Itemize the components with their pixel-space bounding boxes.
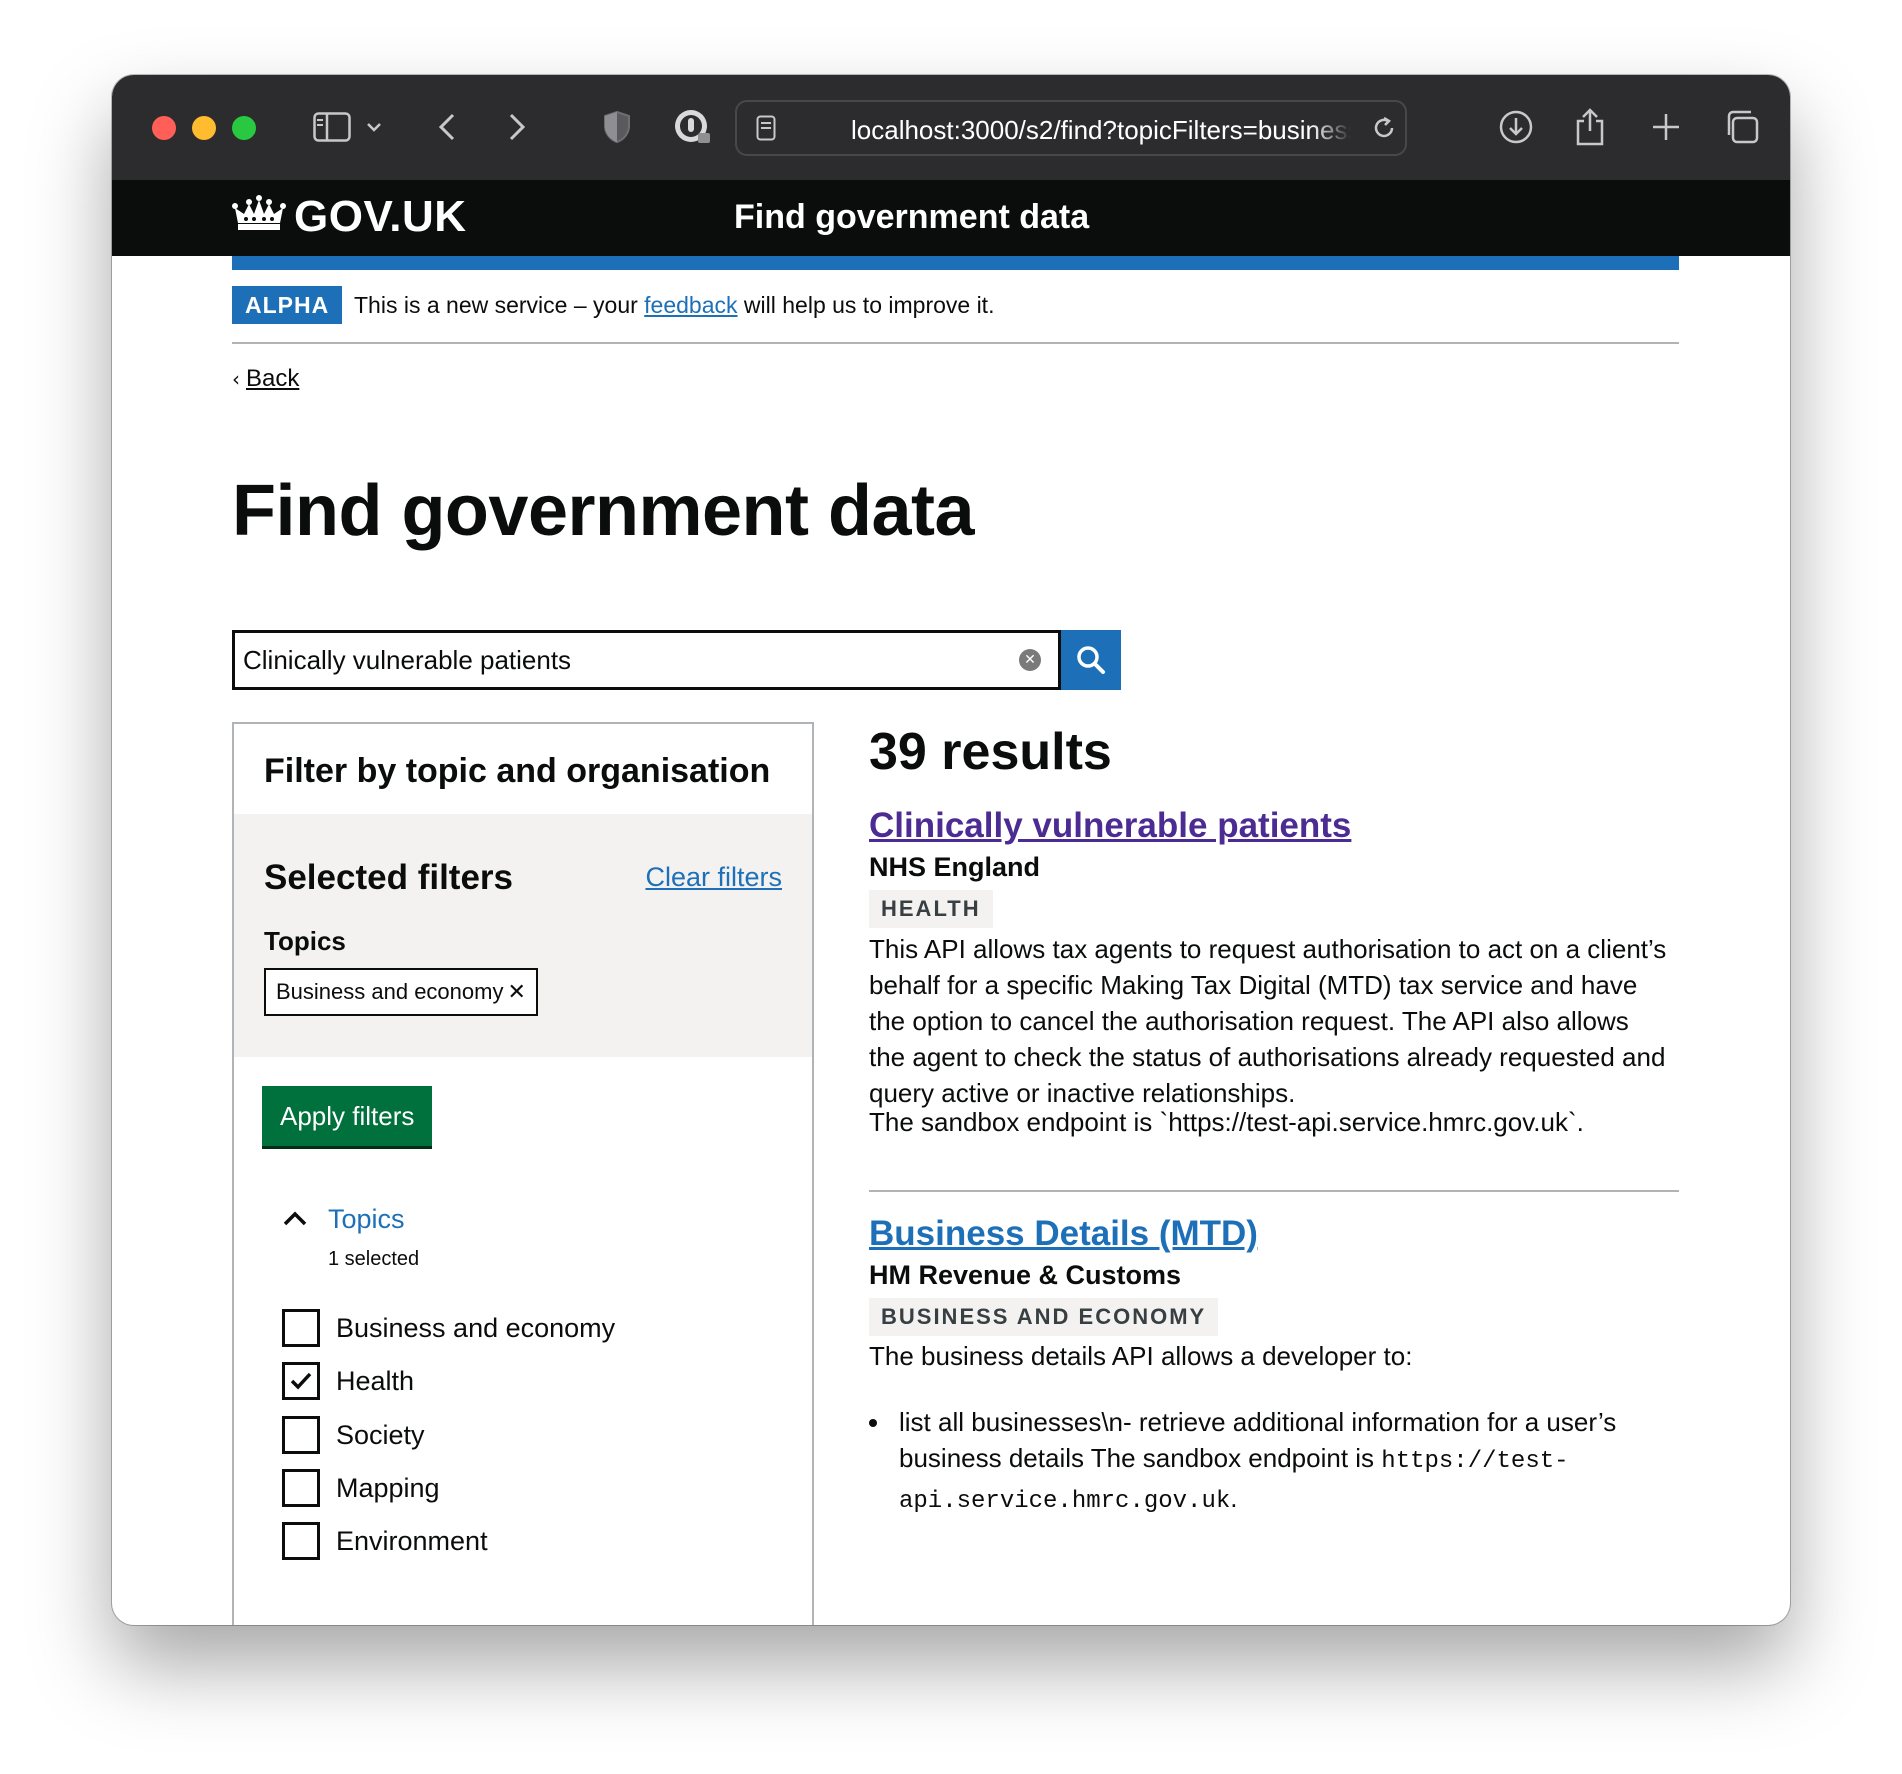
back-link-label: Back: [246, 365, 300, 392]
checkbox-health[interactable]: Health: [282, 1361, 414, 1401]
clear-filters-link[interactable]: Clear filters: [645, 862, 782, 893]
chevron-left-icon: ‹: [232, 367, 240, 391]
browser-toolbar: localhost:3000/s2/find?topicFilters=busi…: [112, 75, 1790, 180]
phase-banner: ALPHA This is a new service – your feedb…: [232, 286, 1679, 344]
selected-topics-heading: Topics: [264, 926, 346, 956]
checkbox-label: Society: [336, 1419, 425, 1450]
search-button[interactable]: [1061, 630, 1121, 690]
result-description: The business details API allows a develo…: [869, 1341, 1413, 1371]
result-description: This API allows tax agents to request au…: [869, 934, 1667, 1108]
maximize-window-button[interactable]: [232, 116, 256, 140]
search-form: ✕: [232, 630, 1121, 690]
filter-chip-label: Business and economy: [276, 979, 504, 1004]
back-icon[interactable]: [432, 105, 462, 149]
forward-icon[interactable]: [502, 105, 532, 149]
clear-search-icon[interactable]: ✕: [1019, 649, 1041, 671]
shield-icon[interactable]: [600, 105, 634, 149]
url-text[interactable]: localhost:3000/s2/find?topicFilters=busi…: [851, 115, 1351, 146]
result-topic-tag: HEALTH: [869, 890, 993, 928]
results-count: 39 results: [869, 723, 1112, 781]
chevron-down-icon[interactable]: [362, 105, 386, 149]
header-underline: [232, 256, 1679, 270]
checkbox[interactable]: [282, 1416, 320, 1454]
result-topic-tag: BUSINESS AND ECONOMY: [869, 1298, 1219, 1336]
accordion-subtitle: 1 selected: [328, 1248, 420, 1270]
phase-text-before: This is a new service – your: [354, 292, 645, 318]
close-window-button[interactable]: [152, 116, 176, 140]
bullet-end: .: [1230, 1483, 1238, 1513]
window-controls: [152, 116, 256, 140]
checkbox[interactable]: [282, 1469, 320, 1507]
password-icon[interactable]: [672, 105, 712, 149]
checkbox-business-and-economy[interactable]: Business and economy: [282, 1308, 615, 1348]
chevron-up-icon: [282, 1210, 308, 1231]
browser-window: localhost:3000/s2/find?topicFilters=busi…: [112, 75, 1790, 1625]
apply-filters-button[interactable]: Apply filters: [262, 1086, 433, 1146]
share-icon[interactable]: [1570, 105, 1610, 149]
checkmark-icon: [290, 1372, 312, 1390]
page-title: Find government data: [232, 471, 975, 551]
filter-panel: Filter by topic and organisation Selecte…: [232, 722, 814, 1625]
result-description-2: The sandbox endpoint is `https://test-ap…: [869, 1107, 1584, 1137]
service-name[interactable]: Find government data: [734, 198, 1089, 237]
phase-tag: ALPHA: [232, 286, 343, 324]
phase-text-after: will help us to improve it.: [737, 292, 995, 318]
checkbox-label: Mapping: [336, 1472, 440, 1503]
download-icon[interactable]: [1496, 105, 1536, 149]
checkbox[interactable]: [282, 1362, 320, 1400]
sidebar-icon[interactable]: [310, 105, 354, 149]
minimize-window-button[interactable]: [192, 116, 216, 140]
feedback-link[interactable]: feedback: [644, 292, 737, 318]
checkbox-mapping[interactable]: Mapping: [282, 1468, 440, 1508]
tabs-overview-icon[interactable]: [1722, 105, 1762, 149]
filter-title: Filter by topic and organisation: [264, 752, 771, 790]
govuk-header: GOV.UK Find government data: [112, 180, 1790, 256]
govuk-logo[interactable]: GOV.UK: [294, 192, 467, 242]
checkbox-label: Business and economy: [336, 1312, 616, 1343]
result-title-link[interactable]: Clinically vulnerable patients: [869, 806, 1351, 846]
selected-filters: Selected filters Clear filters Topics Bu…: [234, 814, 812, 1057]
filter-chip[interactable]: Business and economy ✕: [264, 968, 538, 1016]
result-organisation: NHS England: [869, 852, 1041, 882]
accordion-title[interactable]: Topics: [328, 1204, 405, 1235]
reload-icon[interactable]: [1369, 106, 1399, 150]
checkbox-environment[interactable]: Environment: [282, 1521, 488, 1561]
selected-filters-title: Selected filters: [264, 858, 513, 897]
page-icon: [751, 106, 781, 150]
result-organisation: HM Revenue & Customs: [869, 1260, 1182, 1290]
phase-banner-text: This is a new service – your feedback wi…: [354, 292, 994, 319]
result-divider: [869, 1190, 1679, 1192]
new-tab-icon[interactable]: [1646, 105, 1686, 149]
search-icon: [1077, 646, 1105, 674]
checkbox-label: Environment: [336, 1525, 488, 1556]
result-bullet: list all businesses\n- retrieve addition…: [869, 1404, 1679, 1520]
checkbox-society[interactable]: Society: [282, 1415, 425, 1455]
result-title-link[interactable]: Business Details (MTD): [869, 1214, 1258, 1254]
crown-icon: [232, 194, 286, 239]
checkbox-label: Health: [336, 1365, 415, 1396]
checkbox[interactable]: [282, 1522, 320, 1560]
remove-filter-icon[interactable]: ✕: [507, 980, 525, 1005]
search-input[interactable]: [232, 630, 1061, 690]
back-link[interactable]: ‹ Back: [232, 365, 299, 393]
checkbox[interactable]: [282, 1309, 320, 1347]
address-bar[interactable]: localhost:3000/s2/find?topicFilters=busi…: [735, 100, 1407, 156]
